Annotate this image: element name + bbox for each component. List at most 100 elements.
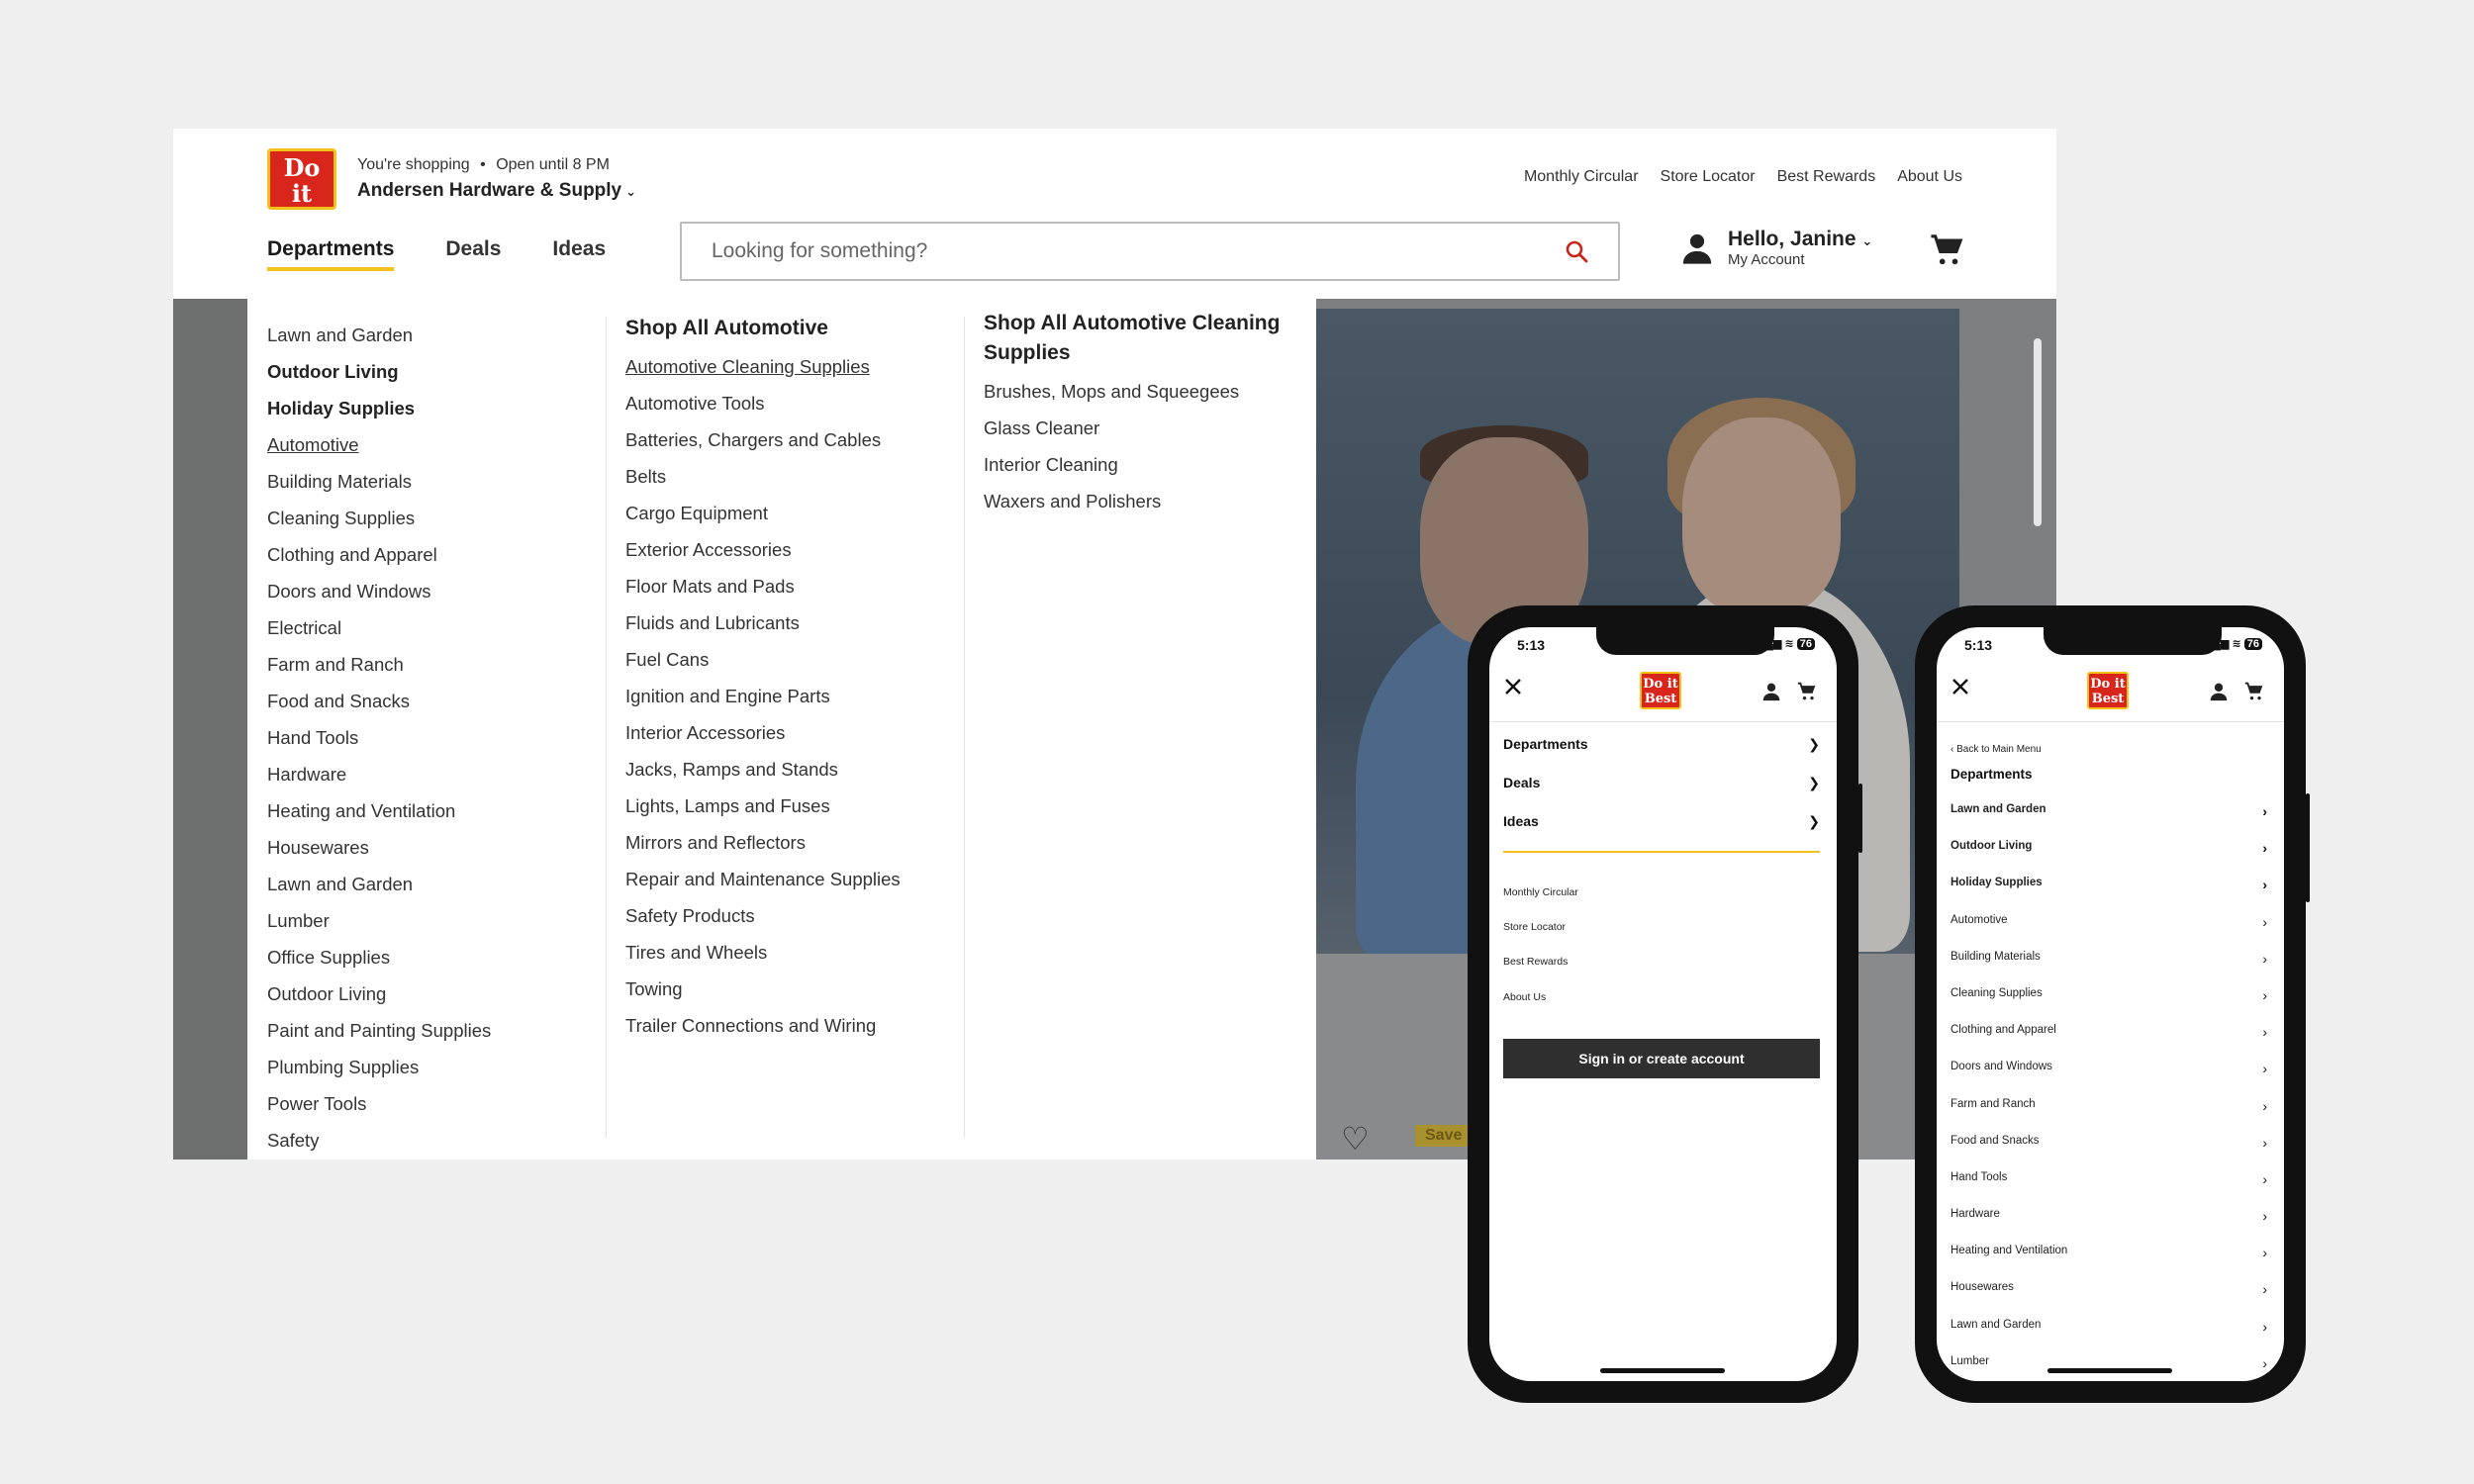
subcat-item[interactable]: Fluids and Lubricants	[625, 604, 901, 641]
menu-row-deals[interactable]: Deals ❯	[1503, 775, 1820, 791]
monthly-circular-link[interactable]: Monthly Circular	[1503, 886, 1578, 898]
subcat-item[interactable]: Jacks, Ramps and Stands	[625, 751, 901, 788]
dept-item[interactable]: Holiday Supplies	[267, 390, 491, 426]
subcat-item[interactable]: Interior Accessories	[625, 714, 901, 751]
subcat-item[interactable]: Ignition and Engine Parts	[625, 678, 901, 714]
store-selector[interactable]: Andersen Hardware & Supply ⌄	[357, 180, 636, 202]
subsubcat-item[interactable]: Brushes, Mops and Squeegees	[984, 373, 1300, 410]
dept-item[interactable]: Electrical	[267, 609, 491, 646]
about-us-link[interactable]: About Us	[1503, 991, 1546, 1003]
menu-row-ideas[interactable]: Ideas ❯	[1503, 813, 1820, 830]
subsubcat-item[interactable]: Interior Cleaning	[984, 446, 1300, 483]
dept-item[interactable]: Lawn and Garden	[267, 317, 491, 353]
list-item[interactable]: Outdoor Living ›	[1951, 840, 2267, 877]
search-input[interactable]: Looking for something?	[712, 239, 1565, 263]
subcat-item[interactable]: Safety Products	[625, 897, 901, 934]
dept-item[interactable]: Hardware	[267, 756, 491, 792]
menu-row-departments[interactable]: Departments ❯	[1503, 736, 1820, 753]
dept-item[interactable]: Building Materials	[267, 463, 491, 500]
subcat-item[interactable]: Automotive Tools	[625, 385, 901, 421]
automotive-column: Shop All Automotive Automotive Cleaning …	[625, 314, 901, 1044]
list-item[interactable]: Farm and Ranch ›	[1951, 1098, 2267, 1135]
brand-logo[interactable]: Do it Best	[1640, 672, 1681, 709]
account-menu[interactable]: Hello, Janine ⌄ My Account	[1680, 228, 1872, 268]
list-item[interactable]: Holiday Supplies ›	[1951, 877, 2267, 913]
list-item[interactable]: Cleaning Supplies ›	[1951, 987, 2267, 1024]
dept-item[interactable]: Housewares	[267, 829, 491, 866]
shop-all-automotive-link[interactable]: Shop All Automotive	[625, 314, 901, 343]
subcat-item[interactable]: Repair and Maintenance Supplies	[625, 861, 901, 897]
list-item[interactable]: Clothing and Apparel ›	[1951, 1024, 2267, 1061]
dept-item[interactable]: Doors and Windows	[267, 573, 491, 609]
close-button[interactable]	[1951, 677, 1970, 701]
list-item[interactable]: Food and Snacks ›	[1951, 1135, 2267, 1171]
subcat-item[interactable]: Lights, Lamps and Fuses	[625, 788, 901, 824]
nav-departments[interactable]: Departments	[267, 237, 395, 271]
user-icon[interactable]	[1761, 682, 1781, 706]
dept-item[interactable]: Clothing and Apparel	[267, 536, 491, 573]
store-locator-link[interactable]: Store Locator	[1661, 168, 1756, 186]
search-icon[interactable]	[1565, 239, 1588, 263]
battery-level: 76	[2243, 638, 2262, 650]
brand-logo[interactable]: Do it Best	[2087, 672, 2129, 709]
best-rewards-link[interactable]: Best Rewards	[1503, 956, 1568, 968]
cart-icon[interactable]	[2244, 682, 2264, 706]
dept-item[interactable]: Heating and Ventilation	[267, 792, 491, 829]
brand-logo[interactable]: Do it Best	[267, 148, 336, 232]
subcat-item[interactable]: Tires and Wheels	[625, 934, 901, 971]
subsubcat-item[interactable]: Waxers and Polishers	[984, 483, 1300, 519]
subcat-item[interactable]: Mirrors and Reflectors	[625, 824, 901, 861]
list-item[interactable]: Housewares ›	[1951, 1281, 2267, 1318]
dept-item-active[interactable]: Automotive	[267, 426, 491, 463]
subcat-item[interactable]: Trailer Connections and Wiring	[625, 1007, 901, 1044]
dept-item[interactable]: Lumber	[267, 902, 491, 939]
dept-item[interactable]: Hand Tools	[267, 719, 491, 756]
search-box[interactable]: Looking for something?	[680, 222, 1620, 281]
scrollbar[interactable]	[2034, 338, 2042, 526]
subsubcat-item[interactable]: Glass Cleaner	[984, 410, 1300, 446]
dept-item[interactable]: Outdoor Living	[267, 353, 491, 390]
subcat-item[interactable]: Exterior Accessories	[625, 531, 901, 568]
subcat-item[interactable]: Belts	[625, 458, 901, 495]
monthly-circular-link[interactable]: Monthly Circular	[1524, 168, 1639, 186]
subcat-item[interactable]: Towing	[625, 971, 901, 1007]
list-item[interactable]: Automotive ›	[1951, 914, 2267, 951]
dept-item[interactable]: Paint and Painting Supplies	[267, 1012, 491, 1049]
sign-in-button[interactable]: Sign in or create account	[1503, 1039, 1820, 1078]
dept-item[interactable]: Plumbing Supplies	[267, 1049, 491, 1085]
nav-deals[interactable]: Deals	[445, 237, 501, 271]
dept-item[interactable]: Cleaning Supplies	[267, 500, 491, 536]
nav-ideas[interactable]: Ideas	[552, 237, 606, 271]
list-item[interactable]: Building Materials ›	[1951, 951, 2267, 987]
dept-item[interactable]: Safety	[267, 1122, 491, 1159]
about-us-link[interactable]: About Us	[1897, 168, 1962, 186]
list-item[interactable]: Hardware ›	[1951, 1208, 2267, 1245]
back-to-main-menu-link[interactable]: ‹ Back to Main Menu	[1951, 744, 2042, 755]
chevron-right-icon: ›	[2262, 913, 2267, 930]
close-button[interactable]	[1503, 677, 1523, 701]
dept-item[interactable]: Outdoor Living	[267, 975, 491, 1012]
shop-all-cleaning-link[interactable]: Shop All Automotive Cleaning Supplies	[984, 309, 1300, 368]
dept-item[interactable]: Power Tools	[267, 1085, 491, 1122]
cart-button[interactable]	[1930, 233, 1963, 272]
subcat-item[interactable]: Floor Mats and Pads	[625, 568, 901, 604]
subcat-item[interactable]: Batteries, Chargers and Cables	[625, 421, 901, 458]
dept-item[interactable]: Farm and Ranch	[267, 646, 491, 683]
list-item[interactable]: Hand Tools ›	[1951, 1171, 2267, 1208]
store-locator-link[interactable]: Store Locator	[1503, 921, 1566, 933]
list-item[interactable]: Lawn and Garden ›	[1951, 803, 2267, 840]
list-item[interactable]: Lawn and Garden ›	[1951, 1319, 2267, 1355]
dept-item[interactable]: Lawn and Garden	[267, 866, 491, 902]
list-item[interactable]: Doors and Windows ›	[1951, 1061, 2267, 1097]
subcat-item[interactable]: Fuel Cans	[625, 641, 901, 678]
list-item[interactable]: Heating and Ventilation ›	[1951, 1245, 2267, 1281]
subcat-item-active[interactable]: Automotive Cleaning Supplies	[625, 348, 901, 385]
cart-icon[interactable]	[1797, 682, 1817, 706]
dept-item[interactable]: Office Supplies	[267, 939, 491, 975]
subcat-item[interactable]: Cargo Equipment	[625, 495, 901, 531]
dept-item[interactable]: Food and Snacks	[267, 683, 491, 719]
chevron-right-icon: ❯	[1808, 813, 1820, 829]
heart-icon[interactable]: ♡	[1341, 1120, 1370, 1158]
user-icon[interactable]	[2209, 682, 2229, 706]
best-rewards-link[interactable]: Best Rewards	[1777, 168, 1876, 186]
